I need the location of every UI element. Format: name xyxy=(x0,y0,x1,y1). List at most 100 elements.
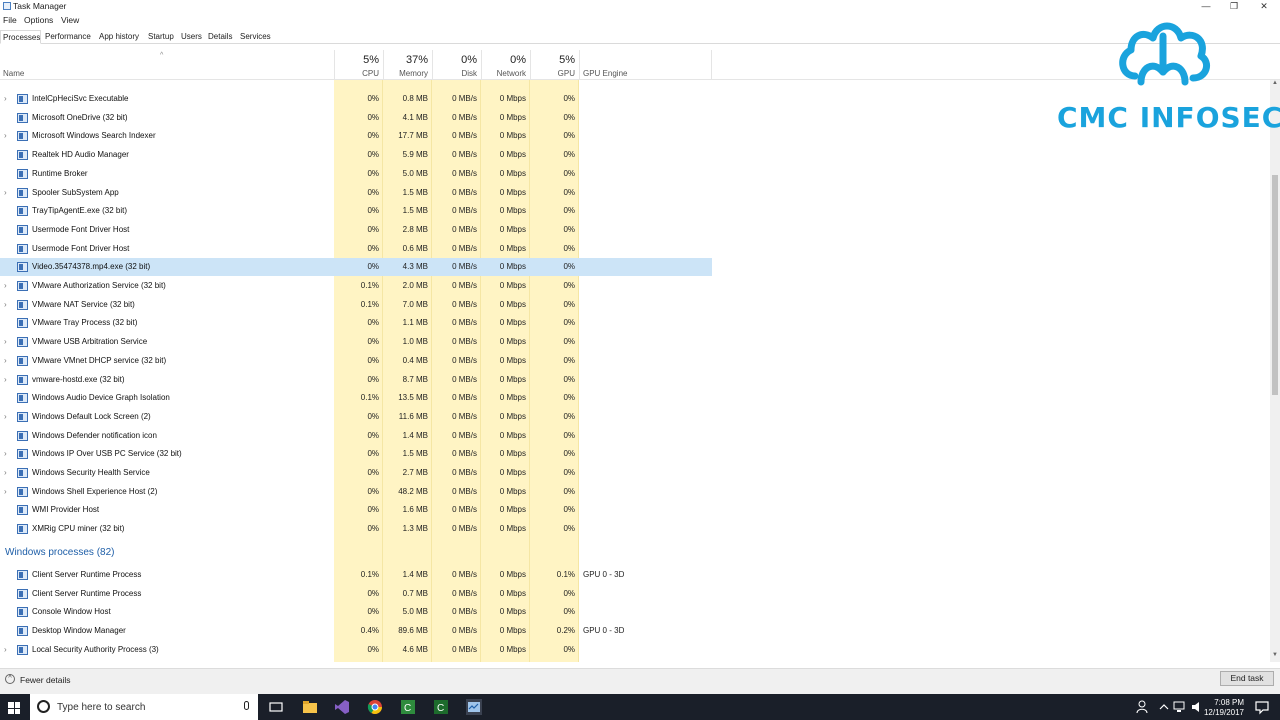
expand-chevron-icon[interactable]: › xyxy=(4,412,7,421)
tab-processes[interactable]: Processes xyxy=(0,30,41,44)
tab-performance[interactable]: Performance xyxy=(43,30,95,44)
end-task-button[interactable]: End task xyxy=(1220,671,1274,686)
maximize-button[interactable]: ❐ xyxy=(1220,0,1248,13)
scroll-thumb[interactable] xyxy=(1272,175,1278,395)
expand-chevron-icon[interactable]: › xyxy=(4,300,7,309)
tab-details[interactable]: Details xyxy=(206,30,235,44)
task-manager-taskbar-icon[interactable] xyxy=(466,699,482,715)
taskbar-search-box[interactable]: Type here to search xyxy=(30,694,258,720)
expand-chevron-icon[interactable]: › xyxy=(4,188,7,197)
tab-startup[interactable]: Startup xyxy=(146,30,176,44)
task-view-icon[interactable] xyxy=(268,699,284,715)
scroll-up-icon[interactable]: ▲ xyxy=(1270,80,1280,90)
expand-chevron-icon[interactable]: › xyxy=(4,94,7,103)
show-hidden-icons-icon[interactable] xyxy=(1156,699,1172,715)
chrome-icon[interactable] xyxy=(367,699,383,715)
process-row[interactable]: › VMware Authorization Service (32 bit) 0.… xyxy=(0,277,712,295)
action-center-icon[interactable] xyxy=(1254,699,1270,715)
header-network[interactable]: 0% Network xyxy=(481,50,530,80)
process-row[interactable]: Video.35474378.mp4.exe (32 bit) 0% 4.3 MB 0… xyxy=(0,258,712,277)
process-row[interactable]: Client Server Runtime Process 0.1% 1.4 MB 0… xyxy=(0,566,712,584)
vertical-scrollbar[interactable]: ▲ ▼ xyxy=(1270,80,1280,662)
process-gpu: 0% xyxy=(563,187,575,197)
expand-chevron-icon[interactable]: › xyxy=(4,449,7,458)
process-row[interactable]: XMRig CPU miner (32 bit) 0% 1.3 MB 0 MB/s 0 … xyxy=(0,520,712,538)
header-cpu[interactable]: 5% CPU xyxy=(334,50,383,80)
taskbar-clock[interactable]: 7:08 PM 12/19/2017 xyxy=(1200,698,1244,718)
header-disk[interactable]: 0% Disk xyxy=(432,50,481,80)
process-row[interactable]: › Windows Security Health Service 0% 2.7 MB… xyxy=(0,464,712,482)
memory-label: Memory xyxy=(399,69,428,78)
header-gpu[interactable]: 5% GPU xyxy=(530,50,579,80)
process-row[interactable]: Windows Audio Device Graph Isolation 0.1%… xyxy=(0,389,712,407)
minimize-button[interactable]: — xyxy=(1192,0,1220,13)
process-row[interactable]: › vmware-hostd.exe (32 bit) 0% 8.7 MB 0 MB/s… xyxy=(0,371,712,389)
process-row[interactable]: › Local Security Authority Process (3) 0% 4… xyxy=(0,641,712,659)
process-row[interactable]: › Windows Default Lock Screen (2) 0% 11.6 M… xyxy=(0,408,712,426)
process-net: 0 Mbps xyxy=(499,281,526,290)
chevron-up-icon[interactable]: ^ xyxy=(5,674,15,684)
process-mem: 0.6 MB xyxy=(402,243,428,253)
menu-file[interactable]: File xyxy=(3,15,17,25)
process-row[interactable]: Console Window Host 0% 5.0 MB 0 MB/s 0 Mbps 0… xyxy=(0,603,712,621)
process-row[interactable]: WMI Provider Host 0% 1.6 MB 0 MB/s 0 Mbps 0% xyxy=(0,501,712,519)
windows-start-icon[interactable] xyxy=(8,702,20,714)
process-row[interactable]: › Spooler SubSystem App 0% 1.5 MB 0 MB/s 0 Mb… xyxy=(0,184,712,202)
tab-app-history[interactable]: App history xyxy=(97,30,143,44)
people-icon[interactable] xyxy=(1134,699,1150,715)
header-memory[interactable]: 37% Memory xyxy=(383,50,432,80)
process-mem: 4.6 MB xyxy=(402,644,428,654)
process-row[interactable]: Usermode Font Driver Host 0% 2.8 MB 0 MB/s 0… xyxy=(0,221,712,239)
process-row[interactable]: Usermode Font Driver Host 0% 0.6 MB 0 MB/s 0… xyxy=(0,240,712,258)
process-row[interactable]: › VMware USB Arbitration Service 0% 1.0 MB 0… xyxy=(0,333,712,351)
file-explorer-icon[interactable] xyxy=(302,699,318,715)
process-row[interactable]: Client Server Runtime Process 0% 0.7 MB 0 M… xyxy=(0,585,712,603)
process-row[interactable]: Microsoft OneDrive (32 bit) 0% 4.1 MB 0 MB/… xyxy=(0,109,712,127)
process-row[interactable]: › VMware NAT Service (32 bit) 0.1% 7.0 MB 0 … xyxy=(0,296,712,314)
header-name[interactable]: Name xyxy=(3,69,24,78)
process-row[interactable]: › Microsoft Windows Search Indexer 0% 17.7 … xyxy=(0,127,712,145)
expand-chevron-icon[interactable]: › xyxy=(4,131,7,140)
process-row[interactable]: › VMware VMnet DHCP service (32 bit) 0% 0.4… xyxy=(0,352,712,370)
process-mem: 17.7 MB xyxy=(398,131,428,141)
expand-chevron-icon[interactable]: › xyxy=(4,645,7,654)
network-icon[interactable] xyxy=(1172,699,1188,715)
camtasia-recorder-icon[interactable]: C xyxy=(433,699,449,715)
process-mem: 1.0 MB xyxy=(402,337,428,347)
process-row[interactable]: VMware Tray Process (32 bit) 0% 1.1 MB 0 MB… xyxy=(0,314,712,332)
process-gpu: 0% xyxy=(563,411,575,421)
expand-chevron-icon[interactable]: › xyxy=(4,281,7,290)
expand-chevron-icon[interactable]: › xyxy=(4,468,7,477)
process-row[interactable]: Desktop Window Manager 0.4% 89.6 MB 0 MB/s 0… xyxy=(0,622,712,640)
process-row[interactable]: › Windows Shell Experience Host (2) 0% 48.2… xyxy=(0,483,712,501)
process-disk: 0 MB/s xyxy=(452,468,477,477)
expand-chevron-icon[interactable]: › xyxy=(4,337,7,346)
scroll-down-icon[interactable]: ▼ xyxy=(1270,652,1280,662)
expand-chevron-icon[interactable]: › xyxy=(4,375,7,384)
process-cpu: 0.1% xyxy=(360,393,379,403)
sort-up-icon[interactable]: ^ xyxy=(160,52,163,59)
process-row[interactable]: › Windows IP Over USB PC Service (32 bit)… xyxy=(0,445,712,463)
expand-chevron-icon[interactable]: › xyxy=(4,487,7,496)
process-net: 0 Mbps xyxy=(499,449,526,459)
process-row[interactable]: TrayTipAgentE.exe (32 bit) 0% 1.5 MB 0 MB/s… xyxy=(0,202,712,220)
microphone-icon[interactable] xyxy=(244,701,249,710)
process-row[interactable]: › IntelCpHeciSvc Executable 0% 0.8 MB 0 MB/s… xyxy=(0,90,712,108)
tab-users[interactable]: Users xyxy=(179,30,203,44)
process-row[interactable]: Runtime Broker 0% 5.0 MB 0 MB/s 0 Mbps 0% xyxy=(0,165,712,183)
process-disk: 0 MB/s xyxy=(452,131,477,141)
process-icon xyxy=(17,299,28,310)
process-disk: 0 MB/s xyxy=(452,206,477,216)
menu-view[interactable]: View xyxy=(61,15,79,25)
menu-options[interactable]: Options xyxy=(24,15,53,25)
process-gpu-engine: GPU 0 - 3D xyxy=(583,625,625,635)
process-row[interactable]: Windows Defender notification icon 0% 1.4 … xyxy=(0,427,712,445)
process-row[interactable]: Realtek HD Audio Manager 0% 5.9 MB 0 MB/s 0 … xyxy=(0,146,712,164)
close-button[interactable]: ✕ xyxy=(1250,0,1278,13)
fewer-details-link[interactable]: Fewer details xyxy=(20,675,71,685)
visual-studio-icon[interactable] xyxy=(334,699,350,715)
expand-chevron-icon[interactable]: › xyxy=(4,356,7,365)
tab-services[interactable]: Services xyxy=(238,30,272,44)
camtasia-icon[interactable]: C xyxy=(400,699,416,715)
process-gpu: 0% xyxy=(563,318,575,328)
